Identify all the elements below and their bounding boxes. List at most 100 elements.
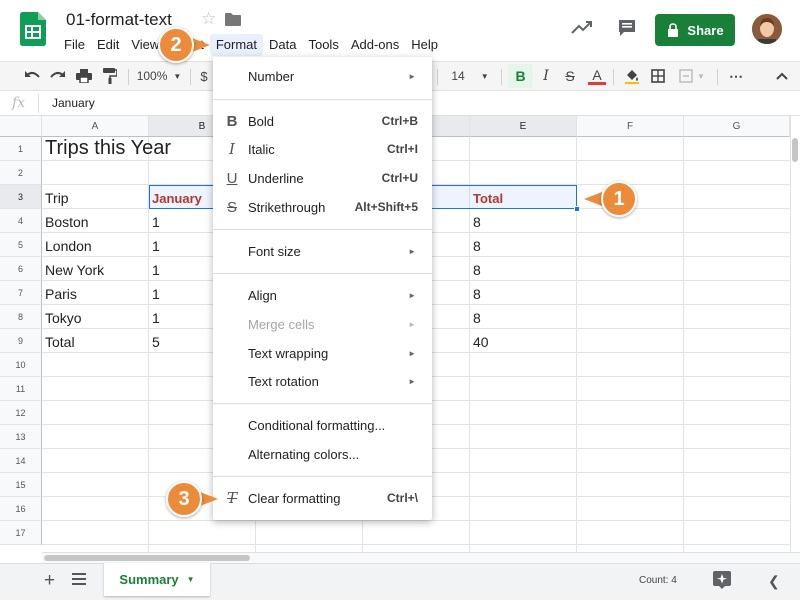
user-photo-icon [752, 14, 782, 44]
menu-file[interactable]: File [58, 34, 91, 56]
menu-item-merge-cells[interactable]: Merge cells ► [213, 311, 432, 337]
menu-add-ons[interactable]: Add-ons [345, 34, 405, 56]
cell-b5[interactable]: 1 [149, 233, 160, 257]
print-icon[interactable] [72, 62, 96, 90]
add-sheet-icon[interactable]: + [44, 570, 55, 592]
cell-b7[interactable]: 1 [149, 281, 160, 305]
menu-item-strikethrough[interactable]: S Strikethrough Alt+Shift+5 [213, 194, 432, 220]
cell-b3[interactable]: January [149, 185, 202, 209]
paint-format-icon[interactable] [98, 62, 122, 90]
menu-edit[interactable]: Edit [91, 34, 125, 56]
row-header[interactable]: 17 [0, 521, 42, 545]
cell-a3[interactable]: Trip [42, 185, 69, 209]
select-all-corner[interactable] [0, 116, 42, 137]
avatar[interactable] [752, 14, 782, 44]
merge-cells-icon[interactable]: ▼ [674, 62, 710, 90]
side-panel-toggle-icon[interactable]: ❮ [768, 573, 780, 590]
menu-item-text-wrapping[interactable]: Text wrapping ► [213, 340, 432, 366]
menu-item-conditional-formatting[interactable]: Conditional formatting... [213, 412, 432, 438]
cell-b8[interactable]: 1 [149, 305, 160, 329]
cell-a5[interactable]: London [42, 233, 92, 257]
row-header[interactable]: 8 [0, 305, 42, 329]
row-header[interactable]: 3 [0, 185, 42, 209]
strikethrough-icon[interactable]: S [559, 62, 581, 90]
column-header[interactable]: E [470, 116, 577, 137]
star-icon[interactable]: ☆ [201, 9, 216, 29]
menu-item-italic[interactable]: I Italic Ctrl+I [213, 136, 432, 162]
doc-title[interactable]: 01-format-text [66, 10, 172, 30]
explore-icon[interactable] [713, 571, 731, 589]
row-header[interactable]: 7 [0, 281, 42, 305]
cell-a7[interactable]: Paris [42, 281, 77, 305]
zoom-select[interactable]: 100% ▼ [134, 62, 184, 90]
cell-a1[interactable]: Trips this Year [42, 137, 171, 161]
row-header[interactable]: 16 [0, 497, 42, 521]
undo-icon[interactable] [20, 62, 44, 90]
cell-e4[interactable]: 8 [470, 209, 481, 233]
horizontal-scroll-thumb[interactable] [44, 555, 250, 561]
formula-input[interactable]: January [52, 96, 95, 110]
cell-b9[interactable]: 5 [149, 329, 160, 353]
comment-icon[interactable] [617, 18, 637, 38]
cell-e5[interactable]: 8 [470, 233, 481, 257]
cell-e8[interactable]: 8 [470, 305, 481, 329]
menu-item-align[interactable]: Align ► [213, 282, 432, 308]
menu-item-bold[interactable]: B Bold Ctrl+B [213, 108, 432, 134]
menu-format[interactable]: Format [209, 34, 263, 56]
sheets-logo-icon[interactable] [20, 12, 46, 46]
fill-handle[interactable] [574, 206, 580, 212]
italic-icon[interactable]: I [535, 62, 557, 90]
menu-item-font-size[interactable]: Font size ► [213, 238, 432, 264]
sheet-tab-summary[interactable]: Summary ▼ [104, 563, 210, 596]
cell-a4[interactable]: Boston [42, 209, 89, 233]
currency-format-button[interactable]: $ [196, 62, 212, 90]
menu-item-alternating-colors[interactable]: Alternating colors... [213, 441, 432, 467]
cell-e7[interactable]: 8 [470, 281, 481, 305]
cell-e9[interactable]: 40 [470, 329, 489, 353]
cell-a6[interactable]: New York [42, 257, 104, 281]
row-header[interactable]: 13 [0, 425, 42, 449]
cell-a9[interactable]: Total [42, 329, 75, 353]
share-button[interactable]: Share [655, 14, 735, 46]
row-header[interactable]: 6 [0, 257, 42, 281]
cell-b6[interactable]: 1 [149, 257, 160, 281]
row-header[interactable]: 9 [0, 329, 42, 353]
column-header[interactable]: A [42, 116, 149, 137]
menu-tools[interactable]: Tools [302, 34, 344, 56]
more-options-icon[interactable]: ⋯ [724, 62, 748, 90]
row-header[interactable]: 1 [0, 137, 42, 161]
fill-color-icon[interactable] [620, 62, 644, 90]
redo-icon[interactable] [46, 62, 70, 90]
text-color-icon[interactable]: A [585, 62, 609, 90]
menu-item-underline[interactable]: U Underline Ctrl+U [213, 165, 432, 191]
cell-a8[interactable]: Tokyo [42, 305, 82, 329]
folder-icon[interactable] [225, 13, 241, 26]
trending-icon[interactable] [571, 18, 593, 36]
row-header[interactable]: 12 [0, 401, 42, 425]
menu-item-text-rotation[interactable]: Text rotation ► [213, 368, 432, 394]
row-header[interactable]: 14 [0, 449, 42, 473]
column-header[interactable]: F [577, 116, 684, 137]
row-header[interactable]: 2 [0, 161, 42, 185]
row-header[interactable]: 4 [0, 209, 42, 233]
vertical-scroll-thumb[interactable] [792, 138, 798, 162]
all-sheets-icon[interactable] [72, 573, 86, 585]
borders-icon[interactable] [646, 62, 670, 90]
cell-b4[interactable]: 1 [149, 209, 160, 233]
cell-e3[interactable]: Total [470, 185, 503, 209]
column-header[interactable]: G [684, 116, 790, 137]
collapse-toolbar-icon[interactable] [772, 62, 792, 90]
menu-data[interactable]: Data [263, 34, 302, 56]
row-header[interactable]: 10 [0, 353, 42, 377]
row-header[interactable]: 15 [0, 473, 42, 497]
row-header[interactable]: 11 [0, 377, 42, 401]
menu-item-number[interactable]: Number ► [213, 63, 432, 89]
menu-item-clear-formatting[interactable]: T Clear formatting Ctrl+\ [213, 485, 432, 511]
font-size-select[interactable]: 14 ▼ [446, 62, 494, 90]
row-header[interactable]: 5 [0, 233, 42, 257]
cell-e6[interactable]: 8 [470, 257, 481, 281]
vertical-scrollbar[interactable] [790, 116, 800, 552]
status-count[interactable]: Count: 4 [639, 575, 677, 586]
bold-button[interactable]: B [508, 64, 533, 88]
menu-help[interactable]: Help [405, 34, 444, 56]
